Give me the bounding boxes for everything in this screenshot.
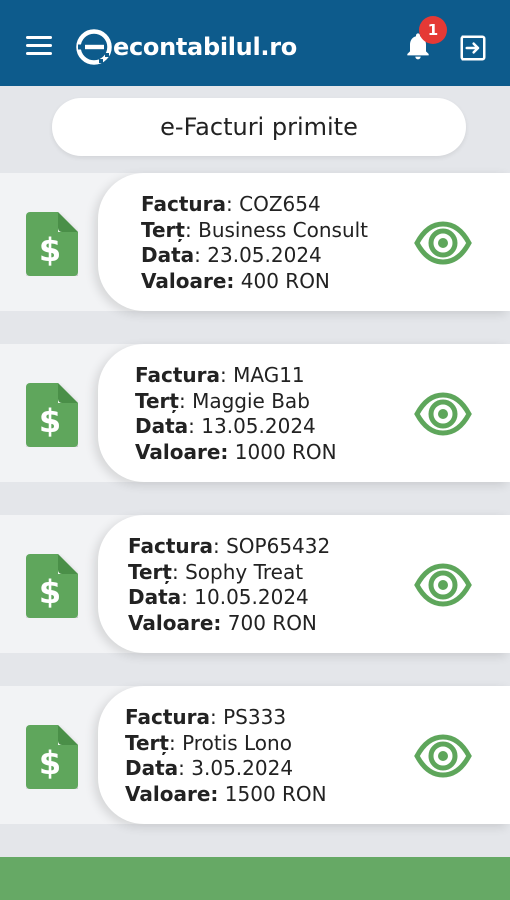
invoice-document-dollar-icon: $ <box>26 212 78 276</box>
invoice-partner: Maggie Bab <box>192 388 310 413</box>
top-app-bar: econtabilul.ro 1 <box>0 0 510 86</box>
invoice-partner: Protis Lono <box>182 730 292 755</box>
bottom-bar <box>0 857 510 900</box>
invoice-number: MAG11 <box>233 363 305 387</box>
invoice-number-line: Factura: MAG11 <box>135 363 305 387</box>
svg-text:$: $ <box>39 573 61 611</box>
invoice-partner-line: Terț: Protis Lono <box>125 730 292 755</box>
invoice-value: 1000 RON <box>234 439 337 464</box>
invoice-date-line: Data: 13.05.2024 <box>135 414 316 438</box>
invoice-value-line: Valoare: 400 RON <box>141 268 330 293</box>
invoice-value-line: Valoare: 1000 RON <box>135 439 337 464</box>
invoice-partner: Sophy Treat <box>185 559 304 584</box>
invoice-number-line: Factura: COZ654 <box>141 192 321 216</box>
invoice-value-line: Valoare: 700 RON <box>128 610 317 635</box>
eye-icon[interactable] <box>414 732 472 780</box>
svg-text:$: $ <box>39 402 61 440</box>
logout-icon[interactable] <box>458 33 488 63</box>
eye-icon[interactable] <box>414 219 472 267</box>
notification-badge: 1 <box>419 16 447 44</box>
invoice-details: Factura: SOP65432 Terț: Sophy Treat Data: … <box>128 534 330 636</box>
invoice-card[interactable]: $ Factura: SOP65432 Terț: Sophy Treat Data:… <box>0 515 510 653</box>
invoice-number: PS333 <box>223 705 287 729</box>
invoice-date: 13.05.2024 <box>201 414 316 438</box>
invoice-value: 700 RON <box>227 610 317 635</box>
logo-text: econtabilul.ro <box>113 33 297 61</box>
invoice-details: Factura: MAG11 Terț: Maggie Bab Data: 13.0… <box>135 363 337 465</box>
invoice-partner-line: Terț: Maggie Bab <box>135 388 310 413</box>
invoice-date-line: Data: 23.05.2024 <box>141 243 322 267</box>
invoice-number: SOP65432 <box>226 534 331 558</box>
invoice-card[interactable]: $ Factura: PS333 Terț: Protis Lono Data: 3.… <box>0 686 510 824</box>
invoice-document-dollar-icon: $ <box>26 554 78 618</box>
hamburger-menu-icon[interactable] <box>26 36 52 56</box>
invoice-partner: Business Consult <box>198 217 369 242</box>
invoice-date: 10.05.2024 <box>194 585 309 609</box>
invoice-document-dollar-icon: $ <box>26 383 78 447</box>
page-title: e-Facturi primite <box>52 98 466 156</box>
invoice-card[interactable]: $ Factura: COZ654 Terț: Business Consult Da… <box>0 173 510 311</box>
invoice-details: Factura: COZ654 Terț: Business Consult Dat… <box>141 192 368 294</box>
invoice-value-line: Valoare: 1500 RON <box>125 781 327 806</box>
svg-text:$: $ <box>39 744 61 782</box>
invoice-date: 23.05.2024 <box>207 243 322 267</box>
invoice-date-line: Data: 10.05.2024 <box>128 585 309 609</box>
invoice-number: COZ654 <box>239 192 321 216</box>
invoice-partner-line: Terț: Business Consult <box>141 217 369 242</box>
invoice-number-line: Factura: SOP65432 <box>128 534 331 558</box>
invoice-date: 3.05.2024 <box>191 756 294 780</box>
svg-text:$: $ <box>39 231 61 269</box>
eye-icon[interactable] <box>414 561 472 609</box>
logo-mark-icon <box>76 29 112 65</box>
invoice-number-line: Factura: PS333 <box>125 705 287 729</box>
eye-icon[interactable] <box>414 390 472 438</box>
app-logo[interactable]: econtabilul.ro <box>76 28 297 66</box>
invoice-document-dollar-icon: $ <box>26 725 78 789</box>
invoice-date-line: Data: 3.05.2024 <box>125 756 294 780</box>
invoice-card[interactable]: $ Factura: MAG11 Terț: Maggie Bab Data: 13.… <box>0 344 510 482</box>
invoice-value: 1500 RON <box>224 781 327 806</box>
invoice-partner-line: Terț: Sophy Treat <box>128 559 304 584</box>
invoice-value: 400 RON <box>240 268 330 293</box>
invoice-details: Factura: PS333 Terț: Protis Lono Data: 3.0… <box>125 705 327 807</box>
